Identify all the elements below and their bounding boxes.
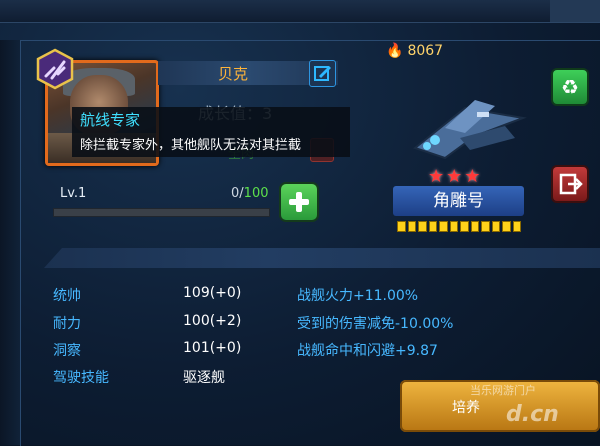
- skill-badge-icon[interactable]: [34, 48, 76, 90]
- plus-icon[interactable]: [281, 184, 317, 220]
- recycle-icon[interactable]: ♻: [553, 70, 587, 104]
- stat-label: 耐力: [53, 316, 81, 332]
- ship-name: 角雕号: [393, 186, 524, 216]
- stat-value: 驱逐舰: [183, 370, 225, 386]
- gold-flame-icon: 🔥: [386, 43, 404, 59]
- skill-tooltip: 航线专家 除拦截专家外，其他舰队无法对其拦截: [72, 107, 350, 157]
- exit-icon[interactable]: [553, 167, 587, 201]
- tooltip-description: 除拦截专家外，其他舰队无法对其拦截: [80, 138, 302, 153]
- ship-level-pip: [502, 221, 511, 232]
- ship-level-pip: [460, 221, 469, 232]
- ship-level-pip: [449, 221, 458, 232]
- ship-level-pip: [481, 221, 490, 232]
- ship-level-pip: [470, 221, 479, 232]
- top-bar-corner: [550, 0, 600, 22]
- stat-value: 109(+0): [183, 285, 242, 301]
- edit-icon[interactable]: [309, 60, 336, 87]
- watermark-text: 当乐网游门户: [470, 384, 536, 397]
- officer-name: 贝克: [217, 65, 248, 83]
- ship-image[interactable]: [405, 88, 530, 166]
- top-bar: [0, 0, 600, 23]
- stat-effect: 战舰火力+11.00%: [297, 288, 419, 304]
- ship-level-pip: [428, 221, 437, 232]
- ship-level-pips: [397, 221, 521, 232]
- stat-value: 101(+0): [183, 340, 242, 356]
- ship-level-pip: [397, 221, 406, 232]
- gold-counter: 🔥 8067: [386, 43, 443, 59]
- stat-effect: 受到的伤害减免-10.00%: [297, 316, 454, 332]
- exp-bar: [53, 208, 270, 217]
- stat-label: 驾驶技能: [53, 370, 109, 386]
- ship-level-pip: [418, 221, 427, 232]
- ship-stars: ★★★: [428, 166, 483, 187]
- gold-value: 8067: [407, 43, 444, 59]
- exp-max: 100: [243, 186, 269, 201]
- train-button-label: 培养: [452, 400, 480, 416]
- exp-readout: 0/100: [231, 186, 269, 201]
- ship-level-pip: [512, 221, 521, 232]
- ship-level-pip: [439, 221, 448, 232]
- officer-level: Lv.1: [60, 186, 87, 201]
- ship-level-pip: [491, 221, 500, 232]
- stat-label: 统帅: [53, 288, 81, 304]
- tooltip-title: 航线专家: [80, 111, 141, 129]
- left-edge: [0, 40, 20, 445]
- stat-value: 100(+2): [183, 313, 242, 329]
- stat-effect: 战舰命中和闪避+9.87: [297, 343, 438, 359]
- stat-label: 洞察: [53, 343, 81, 359]
- exp-current: 0: [231, 186, 240, 201]
- section-divider: [44, 248, 600, 268]
- ship-level-pip: [407, 221, 416, 232]
- watermark-logo: d.cn: [506, 402, 559, 427]
